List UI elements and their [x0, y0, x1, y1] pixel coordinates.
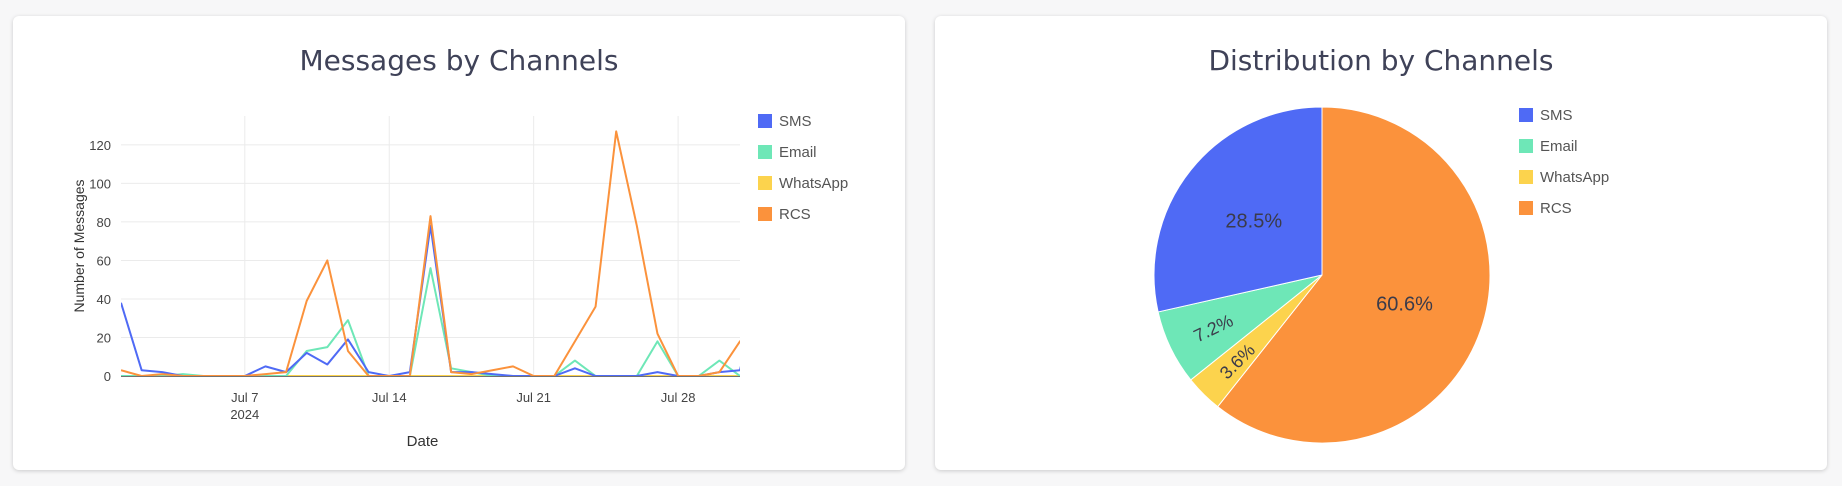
- y-tick-label: 120: [89, 138, 111, 153]
- legend-swatch: [758, 176, 772, 190]
- gridlines: [121, 116, 740, 377]
- legend-swatch: [758, 207, 772, 221]
- pie-slice-label: 28.5%: [1225, 210, 1282, 232]
- legend-label: Email: [779, 144, 817, 161]
- pie-legend: SMS Email WhatsApp RCS: [1519, 107, 1609, 217]
- y-tick-label: 20: [97, 330, 111, 345]
- y-axis-title: Number of Messages: [71, 179, 87, 312]
- pie-chart: 60.6%3.6%7.2%28.5%SMSEmailWhatsAppRCS: [1153, 106, 1609, 444]
- x-tick-label: Jul 28: [661, 390, 696, 405]
- legend-swatch: [758, 114, 772, 128]
- x-tick-label: Jul 14: [372, 390, 407, 405]
- legend-label: RCS: [1540, 200, 1572, 217]
- legend-label: RCS: [779, 206, 811, 223]
- y-tick-label: 80: [97, 215, 111, 230]
- series-line-rcs: [121, 130, 740, 376]
- legend-label: SMS: [779, 113, 812, 130]
- legend-swatch: [1519, 139, 1533, 153]
- y-tick-label: 100: [89, 176, 111, 191]
- x-tick-label: Jul 7: [231, 390, 258, 405]
- x-tick-label: Jul 21: [516, 390, 551, 405]
- series-line-email: [121, 267, 740, 376]
- pie-chart-card: Distribution by Channels 60.6% 3.6% 7.2% 28…: [935, 16, 1827, 470]
- line-legend: SMS Email WhatsApp RCS: [758, 113, 848, 223]
- legend-label: SMS: [1540, 107, 1573, 124]
- y-tick-label: 40: [97, 292, 111, 307]
- legend-swatch: [1519, 108, 1533, 122]
- legend-swatch: [1519, 170, 1533, 184]
- line-chart: Jul 7 2024 Jul 14 Jul 21 Jul 28 0 20 40 60 80 100 1…: [71, 113, 848, 450]
- x-axis-title: Date: [407, 433, 439, 450]
- line-chart-card: Messages by Channels Jul 7 2024 Jul 14 Jul …: [13, 16, 905, 470]
- legend-swatch: [758, 145, 772, 159]
- pie-slice-label: 60.6%: [1376, 294, 1433, 316]
- legend-label: WhatsApp: [779, 175, 848, 192]
- legend-label: Email: [1540, 138, 1578, 155]
- x-tick-sublabel: 2024: [230, 407, 259, 422]
- y-tick-label: 60: [97, 253, 111, 268]
- y-tick-label: 0: [104, 369, 111, 384]
- legend-swatch: [1519, 201, 1533, 215]
- legend-label: WhatsApp: [1540, 169, 1609, 186]
